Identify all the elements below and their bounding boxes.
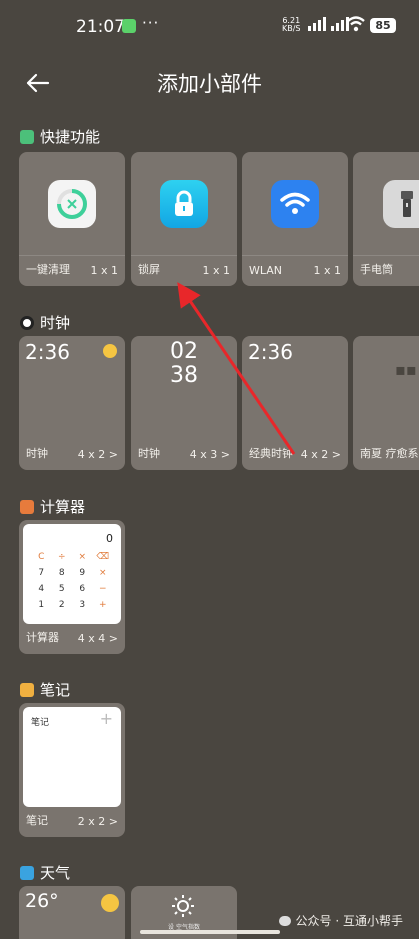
sun-icon [101, 894, 119, 912]
weather-temperature: 26° [25, 890, 59, 912]
widget-card-clock-4x3[interactable]: 02 38 时钟 4 x 3 > [131, 336, 237, 470]
widget-card-wlan[interactable]: WLAN 1 x 1 [242, 152, 348, 286]
section-title-calculator: 计算器 [20, 496, 85, 517]
quick-functions-icon [20, 129, 34, 144]
wifi-status-icon [347, 16, 365, 32]
card-label: 笔记 [26, 814, 48, 827]
widget-card-clean[interactable]: 一键清理 1 x 1 [19, 152, 125, 286]
clock-digits: 02 38 [131, 340, 237, 388]
network-speed: 6.21 KB/S [282, 17, 301, 33]
lock-icon [160, 180, 208, 228]
card-size: 1 x 1 [313, 264, 342, 277]
watermark-text: 公众号 · 互通小帮手 [295, 914, 403, 928]
calc-key: × [78, 552, 87, 562]
flashlight-icon [383, 180, 419, 228]
card-label: 锁屏 [138, 263, 160, 276]
wechat-icon [278, 915, 291, 926]
card-label: 经典时钟 [249, 447, 293, 460]
calc-key: ⌫ [96, 552, 110, 562]
notes-inner-title: 笔记 [31, 718, 50, 728]
notes-preview: 笔记 + [23, 707, 121, 807]
calc-key: 5 [58, 584, 65, 594]
chat-notification-icon [122, 19, 136, 33]
calc-key: 6 [79, 584, 86, 594]
notes-icon [20, 682, 34, 697]
more-notifications-icon: ··· [142, 14, 160, 32]
calculator-display: 0 [106, 532, 113, 545]
section-label: 笔记 [40, 681, 71, 699]
widget-card-calculator[interactable]: 0 C ÷ × ⌫ 7 8 9 × 4 5 6 − 1 2 3 + 计算器 4 … [19, 520, 125, 654]
card-label: 时钟 [138, 447, 160, 460]
calc-key: 4 [38, 584, 45, 594]
card-size: 4 x 2 > [300, 448, 341, 461]
widget-card-weather-1[interactable]: 26° [19, 886, 125, 939]
calc-key: C [38, 552, 45, 562]
clock-time: 2:36 [248, 340, 293, 364]
clean-icon [48, 180, 96, 228]
calc-key: 2 [58, 600, 65, 610]
clock-minute: 38 [170, 363, 198, 388]
section-label: 时钟 [40, 314, 71, 332]
calc-key: 3 [79, 600, 86, 610]
clock-hour: 02 [170, 339, 198, 364]
network-speed-unit: KB/S [282, 24, 301, 33]
battery-icon: 85 [370, 18, 396, 33]
page-title: 添加小部件 [157, 72, 262, 96]
calc-key: × [98, 568, 107, 578]
calculator-icon [20, 499, 34, 514]
widget-card-lock[interactable]: 锁屏 1 x 1 [131, 152, 237, 286]
card-label: 时钟 [26, 447, 48, 460]
card-size: 1 x 1 [202, 264, 231, 277]
widget-card-flashlight[interactable]: 手电筒 [353, 152, 419, 286]
header: 添加小部件 [0, 60, 419, 104]
widget-card-clock-4x2[interactable]: 2:36 时钟 4 x 2 > [19, 336, 125, 470]
widget-card-notes[interactable]: 笔记 + 笔记 2 x 2 > [19, 703, 125, 837]
section-title-clock: 时钟 [20, 312, 70, 333]
watermark: 公众号 · 互通小帮手 [278, 912, 403, 929]
calc-key: + [98, 600, 107, 610]
status-bar: 21:07 ··· 6.21 KB/S 85 [0, 0, 419, 52]
card-label: 南夏 疗愈系列 [360, 447, 419, 460]
sun-outline-icon [172, 895, 194, 917]
sun-icon [103, 344, 117, 358]
card-size: 2 x 2 > [77, 815, 118, 828]
calc-key: − [98, 584, 107, 594]
widget-card-healing-clock[interactable]: ▪▪ 南夏 疗愈系列 [353, 336, 419, 470]
section-label: 计算器 [40, 498, 86, 516]
calc-key: 9 [79, 568, 86, 578]
card-size: 4 x 4 > [77, 632, 118, 645]
clock-icon [20, 315, 34, 330]
card-label: WLAN [249, 264, 283, 277]
card-size: 4 x 2 > [77, 448, 118, 461]
card-label: 一键清理 [26, 263, 70, 276]
calc-key: 8 [58, 568, 65, 578]
weather-icon [20, 865, 34, 880]
wifi-icon [271, 180, 319, 228]
home-indicator[interactable] [140, 930, 280, 934]
card-size: 1 x 1 [90, 264, 119, 277]
calc-key: 1 [38, 600, 45, 610]
add-note-icon: + [99, 709, 113, 728]
flip-clock-icon: ▪▪ [395, 360, 417, 379]
calculator-preview: 0 C ÷ × ⌫ 7 8 9 × 4 5 6 − 1 2 3 + [23, 524, 121, 624]
clock-time: 2:36 [25, 340, 70, 364]
card-label: 手电筒 [360, 263, 393, 276]
calc-key: 7 [38, 568, 45, 578]
section-title-notes: 笔记 [20, 679, 70, 700]
widget-card-classic-clock[interactable]: 2:36 经典时钟 4 x 2 > [242, 336, 348, 470]
section-label: 天气 [40, 864, 71, 882]
section-title-quick: 快捷功能 [20, 126, 100, 147]
card-size: 4 x 3 > [189, 448, 230, 461]
status-time: 21:07 [76, 17, 125, 37]
signal-icon [308, 17, 349, 31]
card-label: 计算器 [26, 631, 59, 644]
calculator-keypad: C ÷ × ⌫ 7 8 9 × 4 5 6 − 1 2 3 + [31, 552, 113, 610]
calc-key: ÷ [57, 552, 66, 562]
section-title-weather: 天气 [20, 862, 70, 883]
section-label: 快捷功能 [40, 128, 101, 146]
